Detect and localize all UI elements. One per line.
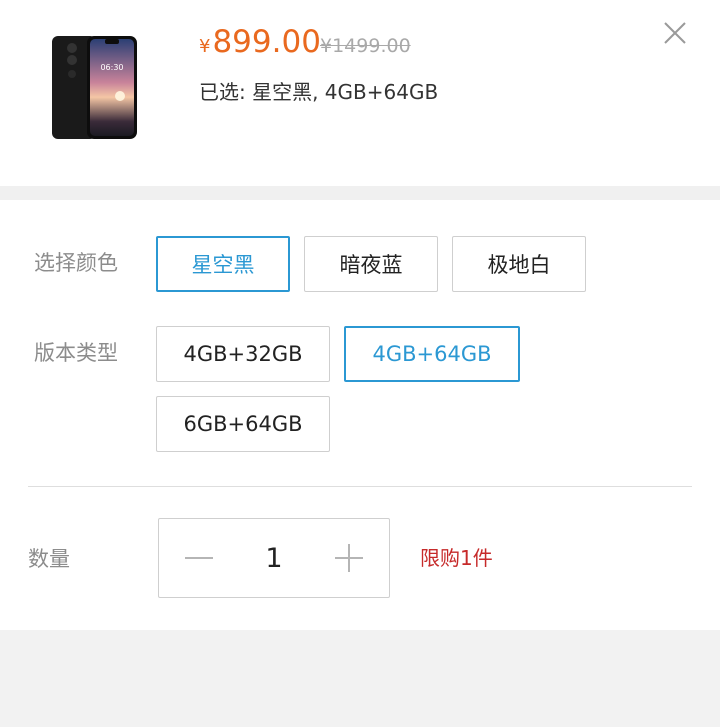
color-option-0[interactable]: 星空黑 bbox=[156, 236, 290, 292]
version-option-1[interactable]: 4GB+64GB bbox=[344, 326, 520, 382]
screen-time: 06:30 bbox=[100, 63, 123, 72]
quantity-stepper: 1 bbox=[158, 518, 390, 598]
minus-icon[interactable] bbox=[185, 556, 213, 560]
color-option-1[interactable]: 暗夜蓝 bbox=[304, 236, 438, 292]
close-button[interactable] bbox=[662, 20, 688, 46]
increase-button[interactable] bbox=[309, 519, 389, 597]
current-price: ¥899.00 bbox=[199, 24, 321, 65]
version-option-0[interactable]: 4GB+32GB bbox=[156, 326, 330, 382]
close-icon[interactable] bbox=[662, 20, 688, 46]
section-gap bbox=[0, 186, 720, 200]
purchase-limit-note: 限购1件 bbox=[420, 546, 493, 570]
quantity-value[interactable]: 1 bbox=[239, 519, 309, 597]
options-panel: 选择颜色 星空黑 暗夜蓝 极地白 版本类型 4GB+32GB 4GB+64GB … bbox=[0, 200, 720, 630]
divider bbox=[28, 486, 692, 487]
color-option-2[interactable]: 极地白 bbox=[452, 236, 586, 292]
color-label: 选择颜色 bbox=[34, 251, 118, 275]
version-option-2[interactable]: 6GB+64GB bbox=[156, 396, 330, 452]
price-currency-symbol: ¥ bbox=[199, 36, 211, 57]
version-label: 版本类型 bbox=[34, 341, 118, 365]
original-price: ¥1499.00 bbox=[320, 35, 411, 57]
price-value: 899.00 bbox=[212, 24, 321, 60]
plus-icon[interactable] bbox=[335, 544, 363, 572]
decrease-button[interactable] bbox=[159, 519, 239, 597]
product-thumbnail: 06:30 bbox=[50, 34, 139, 141]
smartphone-icon: 06:30 bbox=[52, 36, 137, 139]
quantity-label: 数量 bbox=[28, 547, 70, 571]
product-header: 06:30 ¥899.00 ¥1499.00 已选: 星空黑, 4GB+64GB bbox=[0, 0, 720, 186]
selected-summary: 已选: 星空黑, 4GB+64GB bbox=[199, 80, 439, 104]
